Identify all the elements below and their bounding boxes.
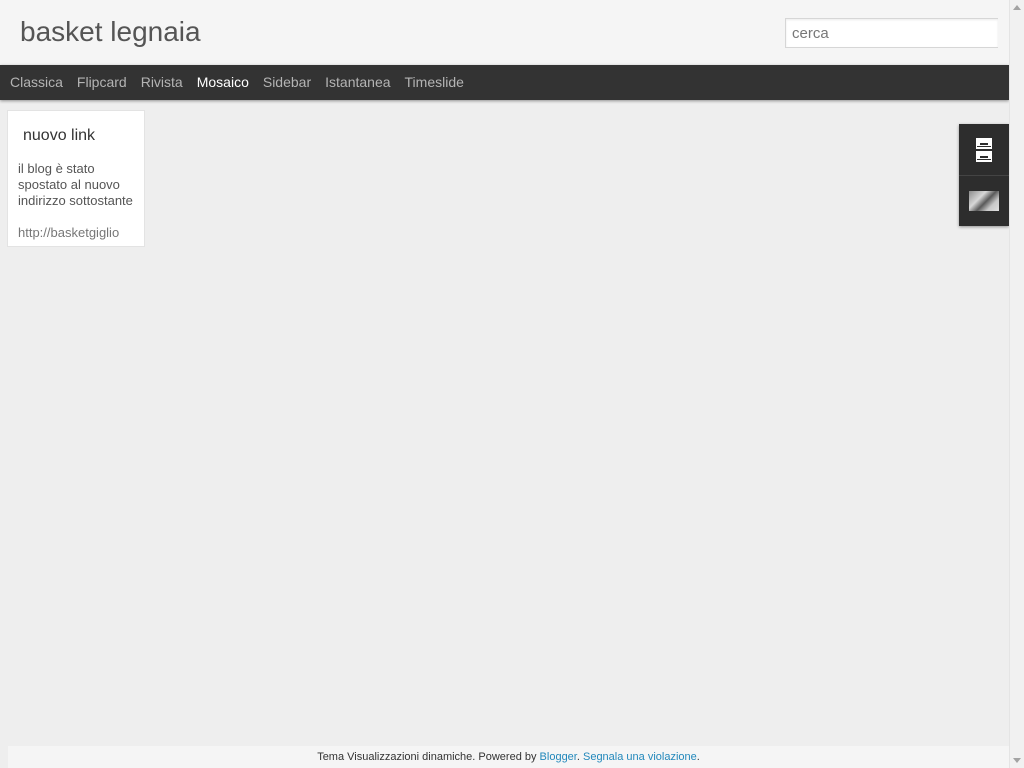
archive-icon <box>976 137 992 162</box>
side-gadgets <box>959 124 1009 226</box>
report-abuse-link[interactable]: Segnala una violazione <box>583 751 697 763</box>
footer-end: . <box>696 751 700 763</box>
nav-item-flipcard[interactable]: Flipcard <box>77 65 127 100</box>
nav-item-istantanea[interactable]: Istantanea <box>325 65 390 100</box>
search-input[interactable] <box>785 18 998 48</box>
archive-gadget[interactable] <box>959 124 1009 175</box>
footer-text: Tema Visualizzazioni dinamiche. Powered … <box>317 751 537 763</box>
widget-text: il blog è stato spostato al nuovo indiri… <box>18 161 133 208</box>
profile-gadget[interactable] <box>959 175 1009 226</box>
scroll-up-icon[interactable] <box>1013 5 1021 10</box>
page-scrollbar[interactable] <box>1009 0 1024 768</box>
blog-title[interactable]: basket legnaia <box>20 16 201 48</box>
widget-body: il blog è stato spostato al nuovo indiri… <box>18 161 140 241</box>
widget-card[interactable]: nuovo link il blog è stato spostato al n… <box>7 110 145 247</box>
nav-item-sidebar[interactable]: Sidebar <box>263 65 311 100</box>
nav-item-mosaico[interactable]: Mosaico <box>197 65 249 100</box>
page-footer: Tema Visualizzazioni dinamiche. Powered … <box>8 746 1009 768</box>
profile-photo <box>969 191 999 211</box>
widget-link[interactable]: http://basketgiglio <box>18 225 140 241</box>
widget-title: nuovo link <box>23 127 96 144</box>
view-nav: Classica Flipcard Rivista Mosaico Sideba… <box>0 65 1009 100</box>
nav-item-rivista[interactable]: Rivista <box>141 65 183 100</box>
nav-item-timeslide[interactable]: Timeslide <box>405 65 464 100</box>
blog-header: basket legnaia <box>0 0 1009 65</box>
nav-item-classica[interactable]: Classica <box>10 65 63 100</box>
scroll-down-icon[interactable] <box>1013 758 1021 763</box>
blogger-link[interactable]: Blogger <box>540 751 577 763</box>
footer-separator: . <box>576 751 580 763</box>
